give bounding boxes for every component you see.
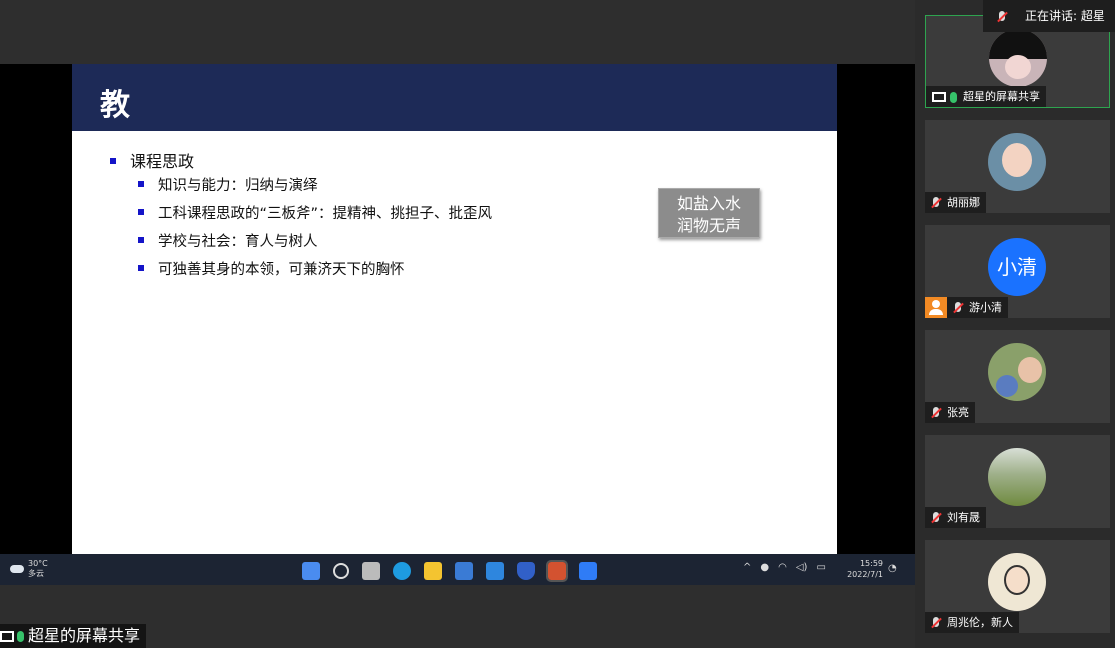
badge-line-1: 如盐入水	[676, 194, 741, 213]
cloud-icon	[10, 565, 24, 573]
bullet-square-icon	[138, 237, 144, 243]
participant-name: 胡丽娜	[947, 196, 980, 209]
chevron-up-icon[interactable]: ^	[743, 562, 751, 573]
tencent-meeting-icon[interactable]	[579, 561, 597, 580]
windows-taskbar: 30°C 多云 ^ ● ◠ ◁) ▭ 15:59 2022/7/1 ◔	[0, 554, 915, 585]
microphone-muted-icon	[931, 197, 941, 209]
slide-title: 教	[100, 88, 130, 123]
participant-avatar	[988, 553, 1046, 611]
participant-tile[interactable]: 刘有晟	[925, 435, 1110, 528]
edge-icon[interactable]	[393, 561, 411, 580]
volume-icon[interactable]: ◁)	[796, 562, 808, 573]
explorer-icon[interactable]	[424, 561, 442, 580]
temperature: 30°C	[28, 559, 48, 568]
wifi-icon[interactable]: ◠	[778, 562, 787, 573]
speaking-indicator: 正在讲话: 超星	[983, 0, 1115, 32]
microphone-on-icon	[950, 91, 957, 103]
face-shape	[1002, 143, 1032, 177]
child-shape	[996, 375, 1018, 397]
clock-time: 15:59	[859, 559, 883, 568]
sub-bullet: 工科课程思政的“三板斧”：提精神、挑担子、批歪风	[138, 205, 492, 233]
participant-nameplate: 张亮	[925, 402, 975, 423]
microphone-on-icon	[17, 631, 24, 642]
participant-tile[interactable]: 周兆伦，新人	[925, 540, 1110, 633]
face-shape	[1018, 357, 1042, 383]
system-tray: ^ ● ◠ ◁) ▭	[743, 562, 835, 573]
shield-app-icon[interactable]	[517, 561, 535, 580]
participant-name: 张亮	[947, 406, 969, 419]
participant-name: 超星的屏幕共享	[963, 90, 1040, 103]
presentation-slide: 教 课程思政 知识与能力：归纳与演绎 工科课程思政的“三板斧”：提精神、挑担子、…	[72, 64, 837, 554]
screen-share-icon	[932, 92, 946, 102]
sub-bullet: 学校与社会：育人与树人	[138, 233, 492, 261]
participant-nameplate: 周兆伦，新人	[925, 612, 1019, 633]
anime-face-shape	[1005, 55, 1031, 79]
slide-header: 教	[72, 64, 837, 131]
participant-nameplate: 游小清	[947, 297, 1008, 318]
participant-avatar: 小清	[988, 238, 1046, 296]
participant-panel: 超星的屏幕共享 胡丽娜 小清 游小清 张亮 刘有晟 周兆伦，新人	[915, 0, 1115, 648]
speaking-text: 正在讲话: 超星	[1025, 9, 1105, 23]
powerpoint-icon[interactable]	[546, 559, 568, 582]
clock[interactable]: 15:59 2022/7/1	[845, 558, 883, 580]
sub-bullet: 可独善其身的本领，可兼济天下的胸怀	[138, 261, 492, 289]
sub-bullet-text: 可独善其身的本领，可兼济天下的胸怀	[158, 262, 405, 278]
sub-bullet-text: 学校与社会：育人与树人	[158, 234, 318, 250]
screen-share-icon	[0, 631, 14, 642]
battery-icon[interactable]: ▭	[816, 562, 825, 573]
weather-widget[interactable]: 30°C 多云	[10, 559, 48, 579]
participant-tile[interactable]: 小清 游小清	[925, 225, 1110, 318]
bullet-square-icon	[138, 265, 144, 271]
slide-callout-badge: 如盐入水 润物无声	[658, 188, 760, 238]
store-icon[interactable]	[455, 561, 473, 580]
sub-bullet-text: 知识与能力：归纳与演绎	[158, 178, 318, 194]
participant-avatar	[988, 343, 1046, 401]
microphone-muted-icon	[931, 617, 941, 629]
sub-bullet: 知识与能力：归纳与演绎	[138, 177, 492, 205]
weather-text: 多云	[28, 569, 44, 578]
participant-nameplate: 刘有晟	[925, 507, 986, 528]
mail-icon[interactable]	[486, 561, 504, 580]
microphone-muted-icon	[931, 407, 941, 419]
participant-name: 周兆伦，新人	[947, 616, 1013, 629]
clock-date: 2022/7/1	[847, 570, 883, 579]
microphone-muted-icon	[931, 512, 941, 524]
sub-bullet-list: 知识与能力：归纳与演绎 工科课程思政的“三板斧”：提精神、挑担子、批歪风 学校与…	[138, 177, 492, 289]
face-shape	[1004, 565, 1030, 595]
bullet-square-icon	[138, 209, 144, 215]
participant-name: 刘有晟	[947, 511, 980, 524]
main-bullet-text: 课程思政	[130, 152, 195, 171]
microphone-icon[interactable]: ●	[760, 562, 769, 573]
participant-tile[interactable]: 张亮	[925, 330, 1110, 423]
search-icon[interactable]	[333, 562, 349, 579]
participant-tile[interactable]: 胡丽娜	[925, 120, 1110, 213]
sub-bullet-text: 工科课程思政的“三板斧”：提精神、挑担子、批歪风	[158, 206, 493, 222]
notification-icon[interactable]: ◔	[888, 563, 897, 574]
taskbar-app-icons	[302, 559, 610, 582]
shared-screen-area: 教 课程思政 知识与能力：归纳与演绎 工科课程思政的“三板斧”：提精神、挑担子、…	[0, 0, 915, 648]
participant-avatar	[989, 29, 1047, 87]
microphone-muted-icon	[953, 302, 963, 314]
bullet-square-icon	[138, 181, 144, 187]
microphone-muted-icon	[997, 10, 1007, 23]
person-icon	[925, 297, 947, 318]
participant-nameplate: 超星的屏幕共享	[926, 86, 1046, 107]
bullet-square-icon	[110, 157, 116, 164]
participant-avatar	[988, 133, 1046, 191]
participant-name: 游小清	[969, 301, 1002, 314]
badge-line-2: 润物无声	[676, 216, 741, 235]
screen-share-label: 超星的屏幕共享	[0, 624, 147, 648]
participant-nameplate: 胡丽娜	[925, 192, 986, 213]
share-label-text: 超星的屏幕共享	[28, 626, 141, 645]
start-icon[interactable]	[302, 561, 320, 580]
task-view-icon[interactable]	[362, 561, 380, 580]
participant-avatar	[988, 448, 1046, 506]
main-bullet: 课程思政	[110, 148, 194, 172]
